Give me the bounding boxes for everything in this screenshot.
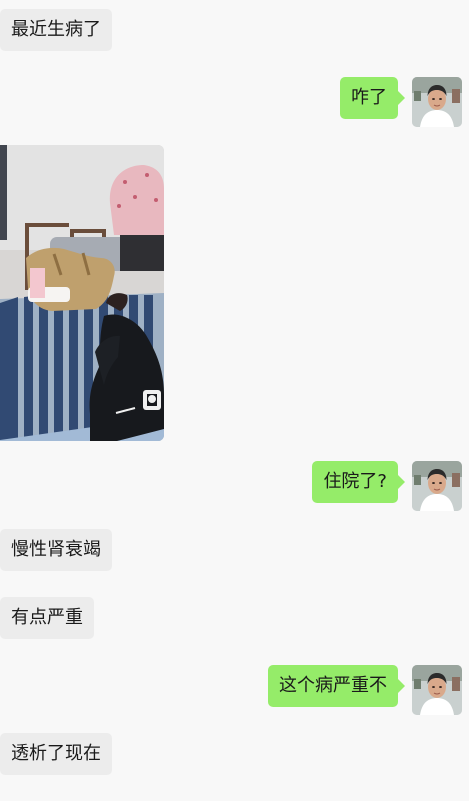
message-bubble-outgoing[interactable]: 这个病严重不 (268, 665, 405, 707)
message-bubble-incoming[interactable]: 最近生病了 (0, 9, 112, 51)
message-bubble-outgoing[interactable]: 住院了? (312, 461, 405, 503)
message-bubble-incoming[interactable]: 慢性肾衰竭 (0, 529, 112, 571)
hospital-bed-photo[interactable] (0, 145, 164, 441)
user-avatar-icon[interactable] (412, 461, 462, 511)
message-bubble-incoming[interactable]: 透析了现在 (0, 733, 112, 775)
user-avatar-icon[interactable] (412, 77, 462, 127)
message-bubble-incoming[interactable]: 有点严重 (0, 597, 94, 639)
user-avatar-icon[interactable] (412, 665, 462, 715)
message-bubble-outgoing[interactable]: 咋了 (340, 77, 405, 119)
